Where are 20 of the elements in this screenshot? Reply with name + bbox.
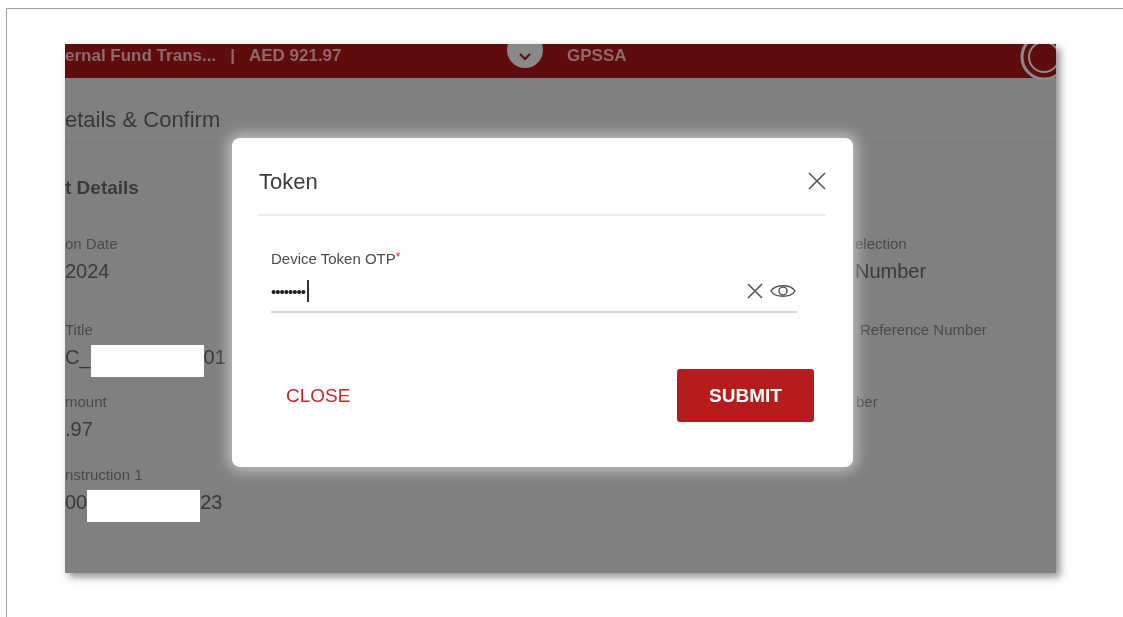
field-value: C_: [65, 345, 91, 369]
page-title: etails & Confirm: [65, 106, 221, 134]
field-label: Device Token OTP*: [271, 250, 401, 267]
field-value: .97: [65, 417, 93, 441]
field-value: 2024: [65, 259, 110, 283]
field-value: 01: [203, 345, 226, 369]
separator: |: [230, 46, 235, 66]
dialog-title: Token: [259, 169, 318, 195]
otp-field[interactable]: ••••••••: [271, 271, 797, 313]
field-value: 00: [65, 490, 88, 514]
field-value: Number: [855, 259, 927, 283]
field-value: 23: [200, 490, 223, 514]
clear-icon[interactable]: [745, 281, 765, 301]
transfer-amount: AED 921.97: [248, 46, 342, 66]
section-title: t Details: [65, 177, 139, 200]
submit-button[interactable]: SUBMIT: [677, 369, 814, 422]
beneficiary-name: GPSSA: [567, 46, 627, 66]
close-icon[interactable]: [808, 172, 826, 190]
transfer-title: ernal Fund Trans...: [65, 46, 217, 66]
close-button[interactable]: CLOSE: [286, 384, 351, 407]
